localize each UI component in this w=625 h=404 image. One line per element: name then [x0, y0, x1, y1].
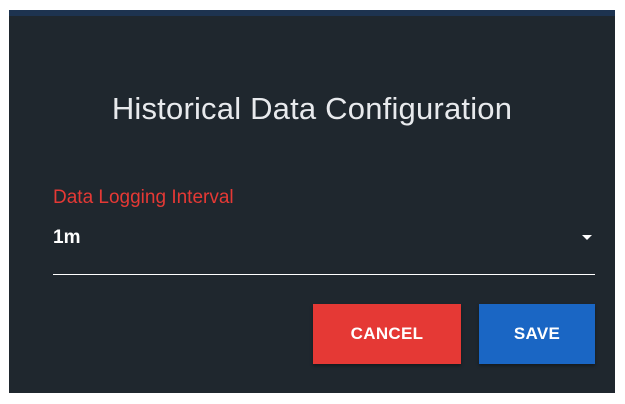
cancel-button[interactable]: CANCEL — [313, 304, 461, 364]
save-button[interactable]: SAVE — [479, 304, 595, 364]
logging-interval-value: 1m — [53, 227, 81, 248]
logging-interval-field: Data Logging Interval 1m — [53, 186, 595, 276]
logging-interval-label: Data Logging Interval — [53, 187, 234, 208]
field-underline — [53, 274, 595, 275]
configuration-dialog: Historical Data Configuration Data Loggi… — [9, 10, 615, 393]
dialog-title: Historical Data Configuration — [111, 91, 513, 126]
dialog-top-edge — [9, 10, 615, 16]
logging-interval-select[interactable]: 1m — [53, 212, 595, 264]
chevron-down-icon[interactable] — [582, 235, 592, 240]
